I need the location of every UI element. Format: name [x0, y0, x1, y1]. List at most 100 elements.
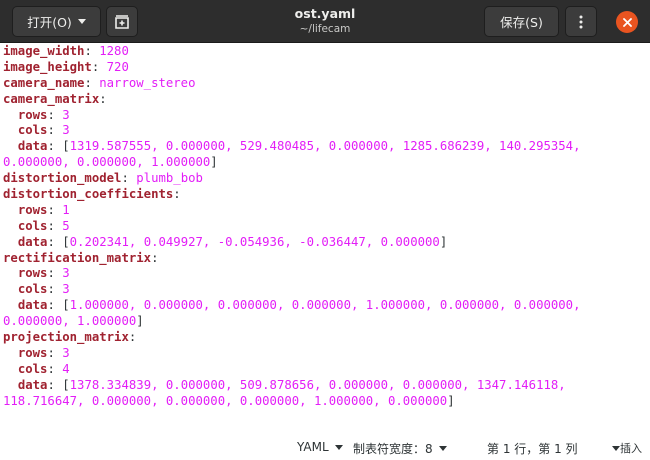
code-line: rectification_matrix: — [3, 251, 650, 267]
caret-down-icon — [334, 444, 343, 450]
yaml-key: rows — [17, 266, 48, 281]
code-line: image_height: 720 — [3, 60, 650, 76]
yaml-separator: : — [84, 75, 100, 90]
new-document-button[interactable] — [106, 6, 138, 37]
yaml-key: data — [17, 377, 48, 392]
yaml-separator: : — [47, 123, 63, 138]
code-line: cols: 3 — [3, 282, 650, 298]
insert-mode-label: 插入 — [620, 442, 642, 455]
yaml-key: distortion_coefficients — [3, 187, 174, 202]
code-line: 0.000000, 1.000000] — [3, 314, 650, 330]
header-bar: 打开(O) ost.yaml ~/lifecam 保存(S) — [0, 0, 650, 43]
yaml-value: 1378.334839, 0.000000, 509.878656, 0.000… — [69, 377, 566, 392]
code-line: image_width: 1280 — [3, 44, 650, 60]
yaml-key: cols — [17, 361, 48, 376]
yaml-separator: : — [99, 91, 107, 106]
open-bracket: [ — [62, 298, 70, 313]
yaml-value: narrow_stereo — [99, 75, 196, 90]
cursor-position-selector[interactable]: 第 1 行，第 1 列 — [487, 440, 620, 457]
tab-width-label: 制表符宽度：8 — [353, 442, 433, 456]
yaml-separator: : — [47, 298, 63, 313]
yaml-value: 0.202341, 0.049927, -0.054936, -0.036447… — [69, 234, 440, 249]
close-bracket: ] — [210, 155, 218, 170]
code-line: data: [1378.334839, 0.000000, 509.878656… — [3, 378, 650, 394]
yaml-value: 720 — [106, 59, 129, 74]
yaml-separator: : — [84, 44, 100, 58]
code-line: cols: 4 — [3, 362, 650, 378]
text-editor[interactable]: image_width: 1280 image_height: 720 camera… — [0, 43, 650, 433]
status-bar: YAML 制表符宽度：8 第 1 行，第 1 列 插入 — [0, 433, 650, 460]
yaml-value: 4 — [62, 361, 70, 376]
yaml-key: data — [17, 234, 48, 249]
yaml-key: distortion_model — [3, 171, 122, 186]
code-line: cols: 5 — [3, 219, 650, 235]
code-line: distortion_coefficients: — [3, 187, 650, 203]
close-bracket: ] — [447, 393, 455, 408]
yaml-separator: : — [47, 282, 63, 297]
kebab-menu-icon — [579, 15, 583, 28]
code-line: camera_matrix: — [3, 92, 650, 108]
yaml-value: 3 — [62, 266, 70, 281]
yaml-key: cols — [17, 123, 48, 138]
caret-down-icon — [611, 446, 620, 451]
yaml-value: 3 — [62, 107, 70, 122]
yaml-key: camera_matrix — [3, 91, 100, 106]
yaml-value: 1 — [62, 202, 70, 217]
yaml-separator: : — [47, 345, 63, 360]
close-bracket: ] — [439, 234, 448, 249]
yaml-value: 3 — [62, 123, 70, 138]
code-line: rows: 3 — [3, 266, 650, 282]
yaml-value: 1319.587555, 0.000000, 529.480485, 0.000… — [69, 139, 581, 154]
yaml-separator: : — [47, 107, 63, 122]
yaml-separator: : — [47, 266, 63, 281]
code-line: camera_name: narrow_stereo — [3, 76, 650, 92]
yaml-key: cols — [17, 282, 48, 297]
yaml-value: 3 — [62, 282, 70, 297]
save-button-label: 保存(S) — [500, 15, 543, 30]
yaml-key: data — [17, 298, 48, 313]
yaml-value: 1280 — [99, 44, 129, 58]
code-line: 0.000000, 0.000000, 1.000000] — [3, 155, 650, 171]
yaml-value: 0.000000, 1.000000 — [3, 314, 137, 329]
menu-button[interactable] — [565, 6, 597, 37]
code-line: data: [1319.587555, 0.000000, 529.480485… — [3, 139, 650, 155]
language-selector[interactable]: YAML — [297, 440, 343, 454]
code-line: 118.716647, 0.000000, 0.000000, 0.000000… — [3, 394, 650, 410]
window-title: ost.yaml ~/lifecam — [200, 5, 450, 36]
chevron-down-icon — [77, 19, 86, 24]
code-line: data: [0.202341, 0.049927, -0.054936, -0… — [3, 235, 650, 251]
yaml-separator: : — [47, 377, 63, 392]
yaml-key: rows — [17, 202, 48, 217]
code-line: rows: 3 — [3, 346, 650, 362]
new-tab-icon — [115, 14, 129, 29]
open-button[interactable]: 打开(O) — [12, 6, 101, 37]
tab-width-selector[interactable]: 制表符宽度：8 — [353, 440, 447, 457]
open-bracket: [ — [62, 139, 70, 154]
yaml-value: 3 — [62, 345, 70, 360]
yaml-key: image_height — [3, 59, 92, 74]
yaml-value: plumb_bob — [136, 171, 203, 186]
yaml-key: data — [17, 139, 48, 154]
open-bracket: [ — [62, 377, 70, 392]
save-button[interactable]: 保存(S) — [484, 6, 559, 37]
yaml-value: 0.000000, 0.000000, 1.000000 — [3, 155, 211, 170]
close-button[interactable] — [616, 11, 638, 33]
yaml-key: cols — [17, 218, 48, 233]
yaml-key: rows — [17, 107, 48, 122]
open-button-label: 打开(O) — [27, 15, 72, 30]
close-bracket: ] — [136, 314, 144, 329]
open-bracket: [ — [62, 234, 70, 249]
yaml-separator: : — [151, 250, 159, 265]
code-line: distortion_model: plumb_bob — [3, 171, 650, 187]
yaml-value: 5 — [62, 218, 70, 233]
yaml-separator: : — [47, 202, 63, 217]
